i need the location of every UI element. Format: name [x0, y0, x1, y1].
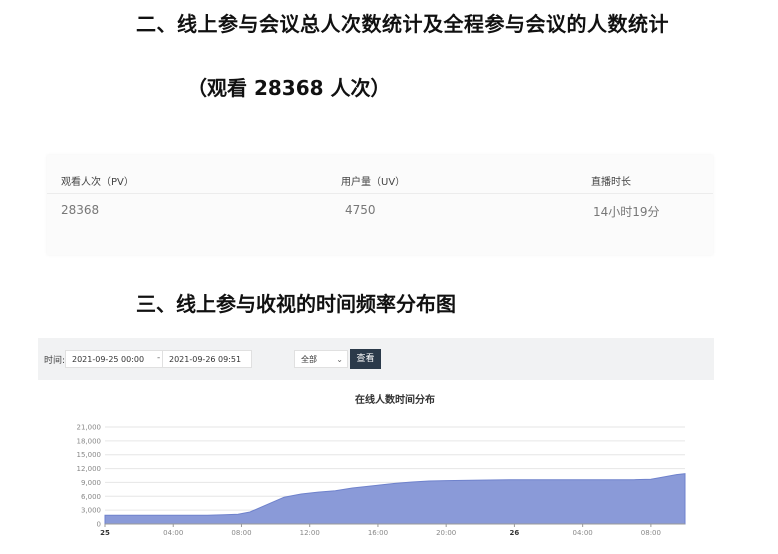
y-tick-label: 3,000: [81, 507, 101, 515]
chart-svg: 在线人数时间分布 0 3,000 6,000 9,000 12,000 15,000 18,…: [77, 393, 686, 537]
scope-select[interactable]: 全部 ⌄: [294, 350, 348, 368]
x-tick-label: 12:00: [300, 529, 320, 537]
y-tick-label: 18,000: [77, 437, 102, 445]
x-tick-label: 04:00: [573, 529, 593, 537]
y-tick-label: 0: [97, 521, 101, 529]
view-count-subheading: （观看 28368 人次）: [187, 76, 391, 100]
y-tick-label: 12,000: [77, 465, 102, 473]
y-tick-label: 9,000: [81, 479, 101, 487]
x-tick-label: 08:00: [231, 529, 251, 537]
section-heading-3: 三、线上参与收视的时间频率分布图: [136, 292, 456, 316]
area-series: [104, 473, 686, 525]
stats-value-duration: 14小时19分: [593, 205, 660, 219]
x-tick-label: 25: [100, 529, 110, 537]
stats-header-uv: 用户量（UV）: [341, 177, 406, 188]
chart-title: 在线人数时间分布: [355, 393, 435, 406]
y-tick-label: 21,000: [77, 424, 102, 432]
stats-header-duration: 直播时长: [591, 177, 631, 188]
x-tick-label: 26: [510, 529, 520, 537]
y-tick-label: 6,000: [81, 493, 101, 501]
stats-divider: [47, 193, 713, 194]
x-tick-label: 08:00: [641, 529, 661, 537]
stats-value-pv: 28368: [61, 203, 100, 217]
time-label: 时间:: [44, 356, 66, 366]
y-tick-label: 15,000: [77, 451, 102, 459]
chevron-down-icon: ⌄: [336, 355, 343, 364]
x-tick-label: 20:00: [436, 529, 456, 537]
query-button[interactable]: 查看: [350, 349, 381, 369]
time-filter-bar: 时间: 2021-09-25 00:00 - 2021-09-26 09:51 …: [38, 338, 714, 380]
online-users-chart: 在线人数时间分布 0 3,000 6,000 9,000 12,000 15,000 18,…: [40, 384, 710, 550]
scope-select-value: 全部: [301, 355, 317, 364]
stats-header-pv: 观看人次（PV）: [61, 177, 134, 188]
stats-value-uv: 4750: [345, 203, 376, 217]
section-heading-2: 二、线上参与会议总人次数统计及全程参与会议的人数统计: [136, 12, 669, 36]
x-tick-label: 04:00: [163, 529, 183, 537]
end-time-input[interactable]: 2021-09-26 09:51: [162, 350, 252, 368]
range-separator: -: [157, 353, 161, 363]
stats-table: 观看人次（PV） 用户量（UV） 直播时长 28368 4750 14小时19分: [47, 155, 713, 255]
x-tick-label: 16:00: [368, 529, 388, 537]
